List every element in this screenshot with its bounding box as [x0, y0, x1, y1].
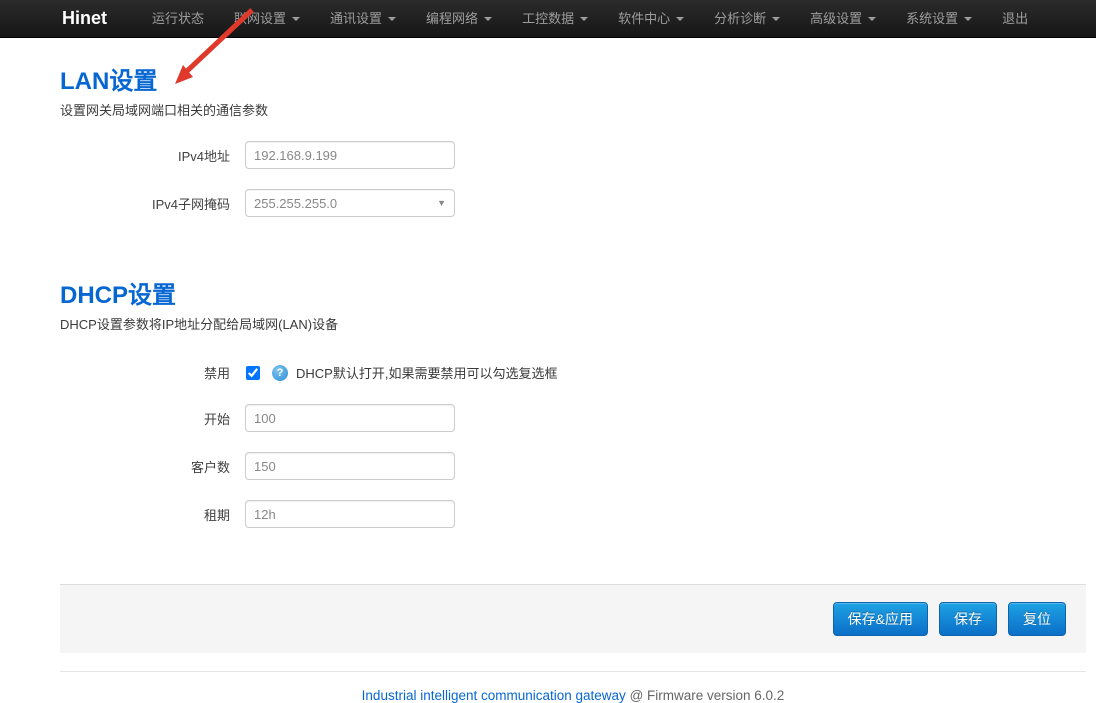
- chevron-down-icon: [580, 17, 588, 21]
- dhcp-disable-row: 禁用 ? DHCP默认打开,如果需要禁用可以勾选复选框: [60, 363, 1086, 382]
- reset-button[interactable]: 复位: [1008, 602, 1066, 636]
- nav-item-running-status[interactable]: 运行状态: [137, 0, 219, 38]
- dhcp-start-row: 开始: [60, 404, 1086, 432]
- dhcp-lease-input[interactable]: [245, 500, 455, 528]
- dhcp-start-input[interactable]: [245, 404, 455, 432]
- nav-item-network-settings[interactable]: 联网设置: [219, 0, 315, 38]
- brand-logo[interactable]: Hinet: [62, 8, 107, 29]
- ipv4-address-label: IPv4地址: [60, 146, 245, 165]
- ipv4-netmask-row: IPv4子网掩码 255.255.255.0 ▼: [60, 189, 1086, 217]
- chevron-down-icon: [676, 17, 684, 21]
- ipv4-address-input[interactable]: [245, 141, 455, 169]
- dhcp-disable-checkbox[interactable]: [246, 366, 260, 380]
- chevron-down-icon: [484, 17, 492, 21]
- save-apply-button[interactable]: 保存&应用: [833, 602, 928, 636]
- action-bar: 保存&应用 保存 复位: [60, 584, 1086, 653]
- nav-item-comm-settings[interactable]: 通讯设置: [315, 0, 411, 38]
- chevron-down-icon: [388, 17, 396, 21]
- nav-item-advanced-settings[interactable]: 高级设置: [795, 0, 891, 38]
- page-footer: Industrial intelligent communication gat…: [60, 671, 1086, 703]
- nav-item-system-settings[interactable]: 系统设置: [891, 0, 987, 38]
- save-button[interactable]: 保存: [939, 602, 997, 636]
- main-content: LAN设置 设置网关局域网端口相关的通信参数 IPv4地址 IPv4子网掩码 2…: [60, 61, 1086, 528]
- nav-item-software-center[interactable]: 软件中心: [603, 0, 699, 38]
- dhcp-clients-row: 客户数: [60, 452, 1086, 480]
- ipv4-netmask-select[interactable]: 255.255.255.0 ▼: [245, 189, 455, 217]
- chevron-down-icon: [292, 17, 300, 21]
- lan-section-title: LAN设置: [60, 61, 1086, 96]
- help-icon[interactable]: ?: [272, 365, 288, 381]
- nav-item-label: 高级设置: [810, 0, 862, 38]
- dhcp-disable-label: 禁用: [60, 363, 245, 382]
- nav-item-label: 联网设置: [234, 0, 286, 38]
- nav-item-label: 系统设置: [906, 0, 958, 38]
- nav-item-label: 运行状态: [152, 0, 204, 38]
- dhcp-section-title: DHCP设置: [60, 275, 1086, 310]
- nav-item-label: 软件中心: [618, 0, 670, 38]
- nav-item-label: 退出: [1002, 0, 1028, 38]
- chevron-down-icon: [964, 17, 972, 21]
- ipv4-netmask-selected-value: 255.255.255.0: [254, 196, 337, 211]
- nav-item-logout[interactable]: 退出: [987, 0, 1043, 38]
- nav-item-label: 通讯设置: [330, 0, 382, 38]
- footer-firmware-text: @ Firmware version 6.0.2: [626, 688, 785, 703]
- nav-item-label: 工控数据: [522, 0, 574, 38]
- dhcp-section-subtitle: DHCP设置参数将IP地址分配给局域网(LAN)设备: [60, 314, 1086, 333]
- chevron-down-icon: [868, 17, 876, 21]
- nav-item-label: 分析诊断: [714, 0, 766, 38]
- nav-item-industrial-data[interactable]: 工控数据: [507, 0, 603, 38]
- ipv4-netmask-label: IPv4子网掩码: [60, 194, 245, 213]
- lan-section-subtitle: 设置网关局域网端口相关的通信参数: [60, 100, 1086, 119]
- dhcp-lease-label: 租期: [60, 505, 245, 524]
- dhcp-lease-row: 租期: [60, 500, 1086, 528]
- nav-item-analysis-diagnosis[interactable]: 分析诊断: [699, 0, 795, 38]
- top-navbar: Hinet 运行状态 联网设置 通讯设置 编程网络 工控数据 软件中心 分析诊断…: [0, 0, 1096, 38]
- nav-item-label: 编程网络: [426, 0, 478, 38]
- nav-item-programming-network[interactable]: 编程网络: [411, 0, 507, 38]
- dhcp-clients-input[interactable]: [245, 452, 455, 480]
- footer-gateway-link[interactable]: Industrial intelligent communication gat…: [362, 688, 626, 703]
- dhcp-start-label: 开始: [60, 409, 245, 428]
- select-arrow-icon: ▼: [437, 198, 446, 208]
- dhcp-clients-label: 客户数: [60, 457, 245, 476]
- ipv4-address-row: IPv4地址: [60, 141, 1086, 169]
- dhcp-disable-hint: DHCP默认打开,如果需要禁用可以勾选复选框: [296, 363, 557, 382]
- chevron-down-icon: [772, 17, 780, 21]
